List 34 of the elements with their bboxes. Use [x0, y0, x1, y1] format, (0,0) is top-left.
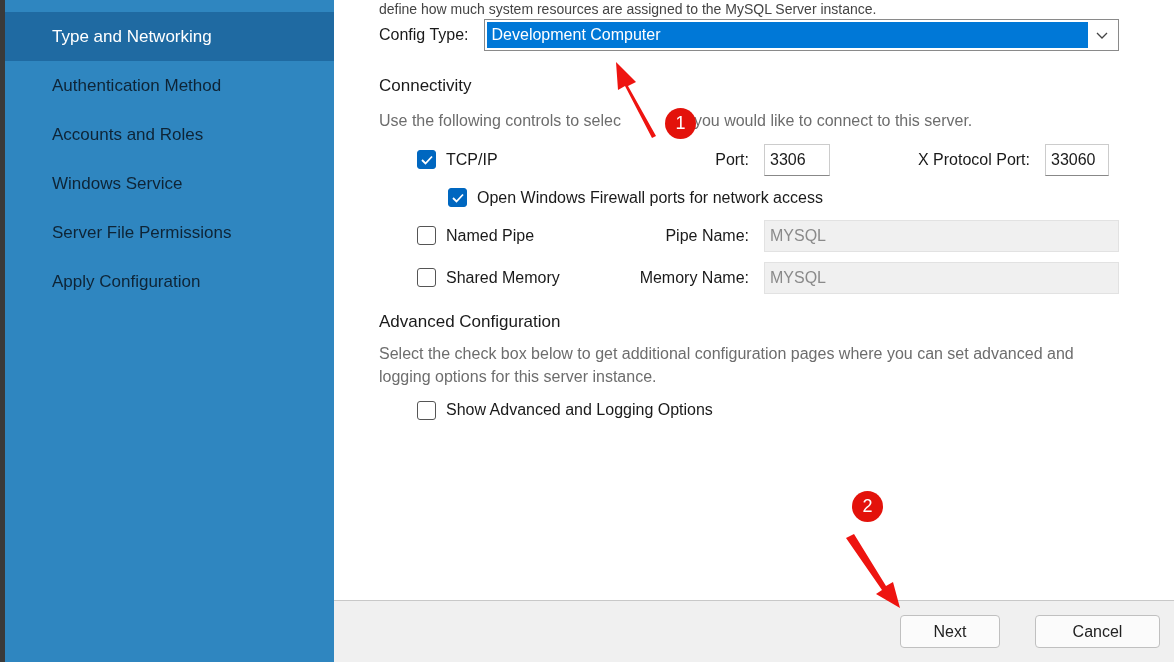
section-heading: Advanced Configuration — [379, 310, 562, 333]
config-type-label: Config Type: — [379, 25, 469, 45]
checkbox[interactable] — [417, 400, 436, 420]
sidebar-item[interactable]: Windows Service — [5, 159, 334, 208]
sidebar-item[interactable]: Accounts and Roles — [5, 110, 334, 159]
caret-icon — [1096, 31, 1108, 39]
input-field[interactable]: 3306 — [764, 143, 830, 176]
option-label: TCP/IP — [446, 149, 499, 170]
field-label: Port: — [714, 149, 750, 170]
config-type-dropdown[interactable]: Development Computer — [483, 19, 1119, 51]
option-label: Shared Memory — [446, 267, 561, 288]
checkbox[interactable] — [417, 226, 436, 245]
checkbox[interactable] — [448, 188, 467, 207]
intro-text: define how much system resources are assigned to the MySQL Server instance. — [379, 1, 878, 17]
sidebar-item[interactable]: Authentication Method — [5, 61, 334, 110]
checkbox[interactable] — [417, 150, 436, 169]
section-heading: Connectivity — [379, 75, 473, 97]
checkbox[interactable] — [417, 268, 436, 287]
check-icon — [420, 154, 433, 165]
next-button[interactable]: Next — [900, 615, 1000, 648]
option-label: Show Advanced and Logging Options — [446, 400, 713, 420]
option-label: Open Windows Firewall ports for network access — [477, 187, 823, 208]
sidebar-item[interactable]: Server File Permissions — [5, 208, 334, 257]
sidebar-item[interactable]: Type and Networking — [5, 12, 334, 61]
field-label: X Protocol Port: — [916, 149, 1031, 170]
field-label: Pipe Name: — [664, 225, 750, 246]
option-label: Named Pipe — [446, 225, 536, 246]
cancel-button[interactable]: Cancel — [1035, 615, 1160, 648]
sidebar-item[interactable]: Apply Configuration — [5, 257, 334, 306]
section-description: Select the check box below to get additional configuration pages where you can set advanced and logging options for this server instance. — [379, 344, 1075, 387]
section-description: Use the following controls to selec — [379, 110, 621, 131]
input-field[interactable]: 33060 — [1045, 143, 1109, 176]
check-icon — [451, 192, 464, 203]
field-label: Memory Name: — [638, 267, 750, 288]
